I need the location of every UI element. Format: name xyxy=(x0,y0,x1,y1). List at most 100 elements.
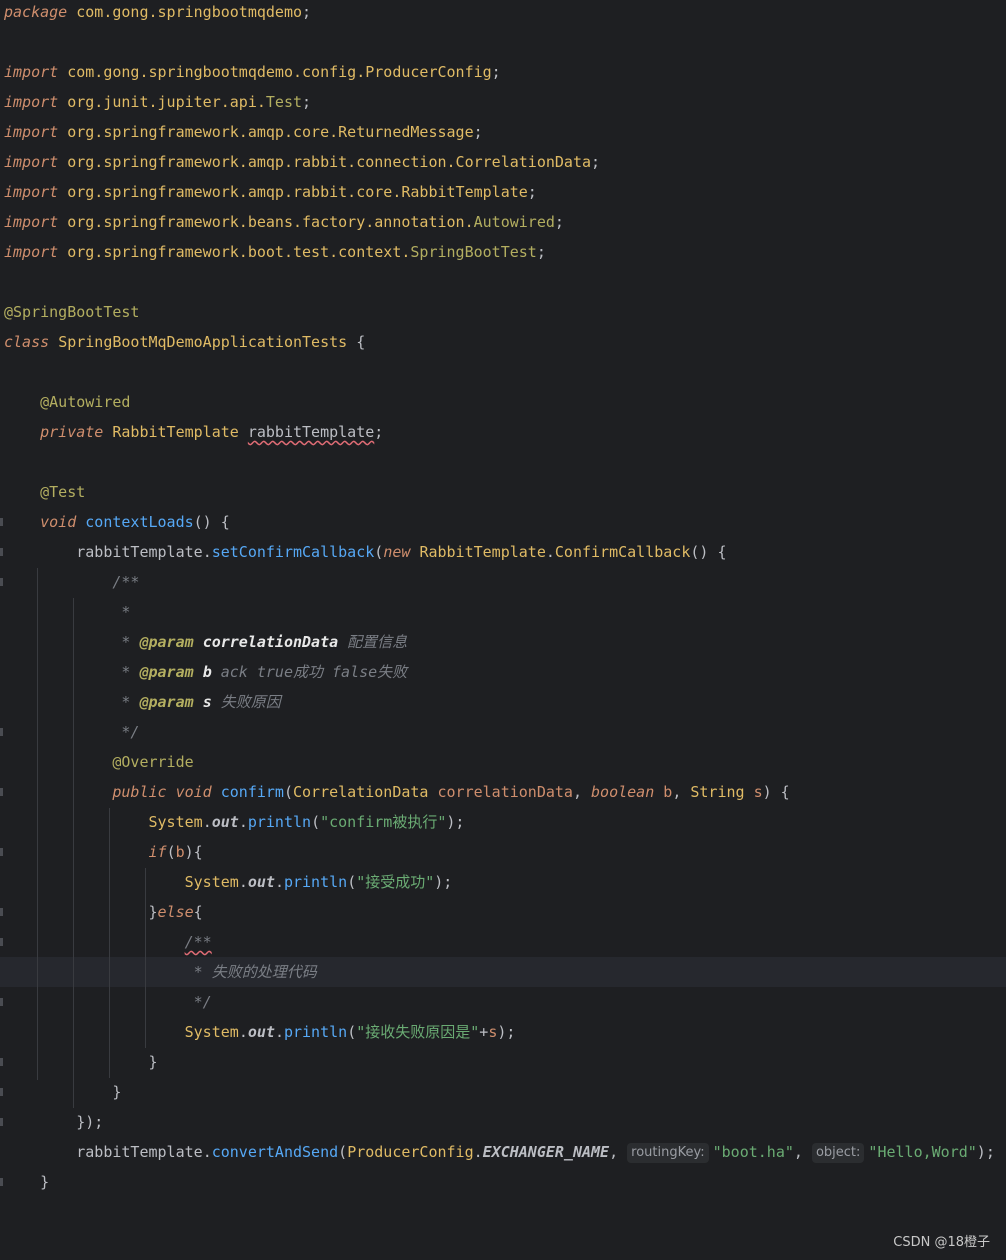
code-line[interactable]: @Autowired xyxy=(0,387,1006,417)
code-line[interactable]: public void confirm(CorrelationData corr… xyxy=(0,777,1006,807)
class-name-token: RabbitTemplate xyxy=(112,423,239,441)
code-line[interactable]: @SpringBootTest xyxy=(0,297,1006,327)
code-token: , xyxy=(572,783,592,801)
fold-marker-icon[interactable] xyxy=(0,908,3,916)
code-line-content: void contextLoads() { xyxy=(4,507,230,537)
keyword-token: import xyxy=(4,63,59,81)
fold-marker-icon[interactable] xyxy=(0,518,3,526)
fold-marker-icon[interactable] xyxy=(0,578,3,586)
package-token: org.springframework.beans.factory.annota… xyxy=(67,213,474,231)
code-line[interactable]: * 失败的处理代码 xyxy=(0,957,1006,987)
code-line[interactable]: import com.gong.springbootmqdemo.config.… xyxy=(0,57,1006,87)
code-line[interactable]: package com.gong.springbootmqdemo; xyxy=(0,0,1006,27)
code-line-content: /** xyxy=(4,927,212,957)
indent-guide xyxy=(145,868,146,1048)
static-field-token: EXCHANGER_NAME xyxy=(482,1143,610,1161)
code-line[interactable]: @Test xyxy=(0,477,1006,507)
code-line[interactable]: @Override xyxy=(0,747,1006,777)
fold-marker-icon[interactable] xyxy=(0,788,3,796)
code-line[interactable]: System.out.println("confirm被执行"); xyxy=(0,807,1006,837)
fold-marker-icon[interactable] xyxy=(0,1178,3,1186)
string-token: "接受成功" xyxy=(356,873,435,891)
code-token: . xyxy=(274,873,284,891)
code-line-content: * @param correlationData 配置信息 xyxy=(4,627,407,657)
code-line[interactable]: }); xyxy=(0,1107,1006,1137)
code-line[interactable] xyxy=(0,267,1006,297)
code-line[interactable] xyxy=(0,357,1006,387)
code-line[interactable]: System.out.println("接受成功"); xyxy=(0,867,1006,897)
code-line[interactable]: } xyxy=(0,1167,1006,1197)
javadoc-param-token: correlationData xyxy=(202,633,339,651)
code-line[interactable]: * xyxy=(0,597,1006,627)
code-line[interactable]: class SpringBootMqDemoApplicationTests { xyxy=(0,327,1006,357)
package-token: org.springframework.boot.test.context. xyxy=(67,243,411,261)
code-line-content: public void confirm(CorrelationData corr… xyxy=(4,777,789,807)
code-line[interactable]: } xyxy=(0,1047,1006,1077)
code-line[interactable]: if(b){ xyxy=(0,837,1006,867)
fold-marker-icon[interactable] xyxy=(0,1118,3,1126)
code-token: { xyxy=(347,333,366,351)
code-line[interactable]: /** xyxy=(0,927,1006,957)
fold-marker-icon[interactable] xyxy=(0,728,3,736)
code-line-content: * @param b ack true成功 false失败 xyxy=(4,657,407,687)
package-token: org.springframework.amqp.rabbit.core.Rab… xyxy=(67,183,528,201)
code-line[interactable]: System.out.println("接收失败原因是"+s); xyxy=(0,1017,1006,1047)
code-token: , xyxy=(793,1143,812,1161)
fold-marker-icon[interactable] xyxy=(0,548,3,556)
code-token: . xyxy=(202,1143,212,1161)
code-line[interactable]: */ xyxy=(0,987,1006,1017)
code-token: + xyxy=(479,1023,489,1041)
indent-guide xyxy=(73,598,74,1108)
comment-token: /** xyxy=(112,573,140,591)
code-line[interactable]: * @param correlationData 配置信息 xyxy=(0,627,1006,657)
keyword-token: new xyxy=(383,543,411,561)
code-line[interactable]: rabbitTemplate.convertAndSend(ProducerCo… xyxy=(0,1137,1006,1167)
code-line[interactable]: * @param b ack true成功 false失败 xyxy=(0,657,1006,687)
code-line[interactable]: import org.springframework.boot.test.con… xyxy=(0,237,1006,267)
code-line[interactable]: rabbitTemplate.setConfirmCallback(new Ra… xyxy=(0,537,1006,567)
code-line[interactable]: import org.springframework.beans.factory… xyxy=(0,207,1006,237)
comment-token: * 失败的处理代码 xyxy=(193,963,317,981)
method-token: println xyxy=(247,813,312,831)
fold-marker-icon[interactable] xyxy=(0,1088,3,1096)
fold-marker-icon[interactable] xyxy=(0,1058,3,1066)
code-line[interactable]: /** xyxy=(0,567,1006,597)
code-line[interactable]: import org.springframework.amqp.rabbit.c… xyxy=(0,147,1006,177)
code-line[interactable]: }else{ xyxy=(0,897,1006,927)
class-name-token: ConfirmCallback xyxy=(554,543,691,561)
comment-token: 配置信息 xyxy=(338,633,408,651)
fold-marker-icon[interactable] xyxy=(0,938,3,946)
code-line[interactable]: */ xyxy=(0,717,1006,747)
code-line[interactable]: private RabbitTemplate rabbitTemplate; xyxy=(0,417,1006,447)
code-line[interactable]: import org.springframework.amqp.rabbit.c… xyxy=(0,177,1006,207)
fold-marker-icon[interactable] xyxy=(0,998,3,1006)
code-token: ); xyxy=(446,813,465,831)
static-field-token: out xyxy=(247,873,275,891)
code-token: , xyxy=(672,783,691,801)
fold-marker-icon[interactable] xyxy=(0,848,3,856)
code-editor[interactable]: package com.gong.springbootmqdemo; import… xyxy=(0,0,1006,1200)
code-token: ; xyxy=(374,423,384,441)
code-line[interactable] xyxy=(0,447,1006,477)
code-line[interactable]: import org.junit.jupiter.api.Test; xyxy=(0,87,1006,117)
code-line[interactable] xyxy=(0,27,1006,57)
code-token: () { xyxy=(193,513,230,531)
javadoc-tag-token: @param xyxy=(139,693,194,711)
code-line[interactable]: } xyxy=(0,1077,1006,1107)
code-line[interactable]: void contextLoads() { xyxy=(0,507,1006,537)
code-line[interactable]: * @param s 失败原因 xyxy=(0,687,1006,717)
string-token: "Hello,Word" xyxy=(868,1143,977,1161)
code-line[interactable]: import org.springframework.amqp.core.Ret… xyxy=(0,117,1006,147)
